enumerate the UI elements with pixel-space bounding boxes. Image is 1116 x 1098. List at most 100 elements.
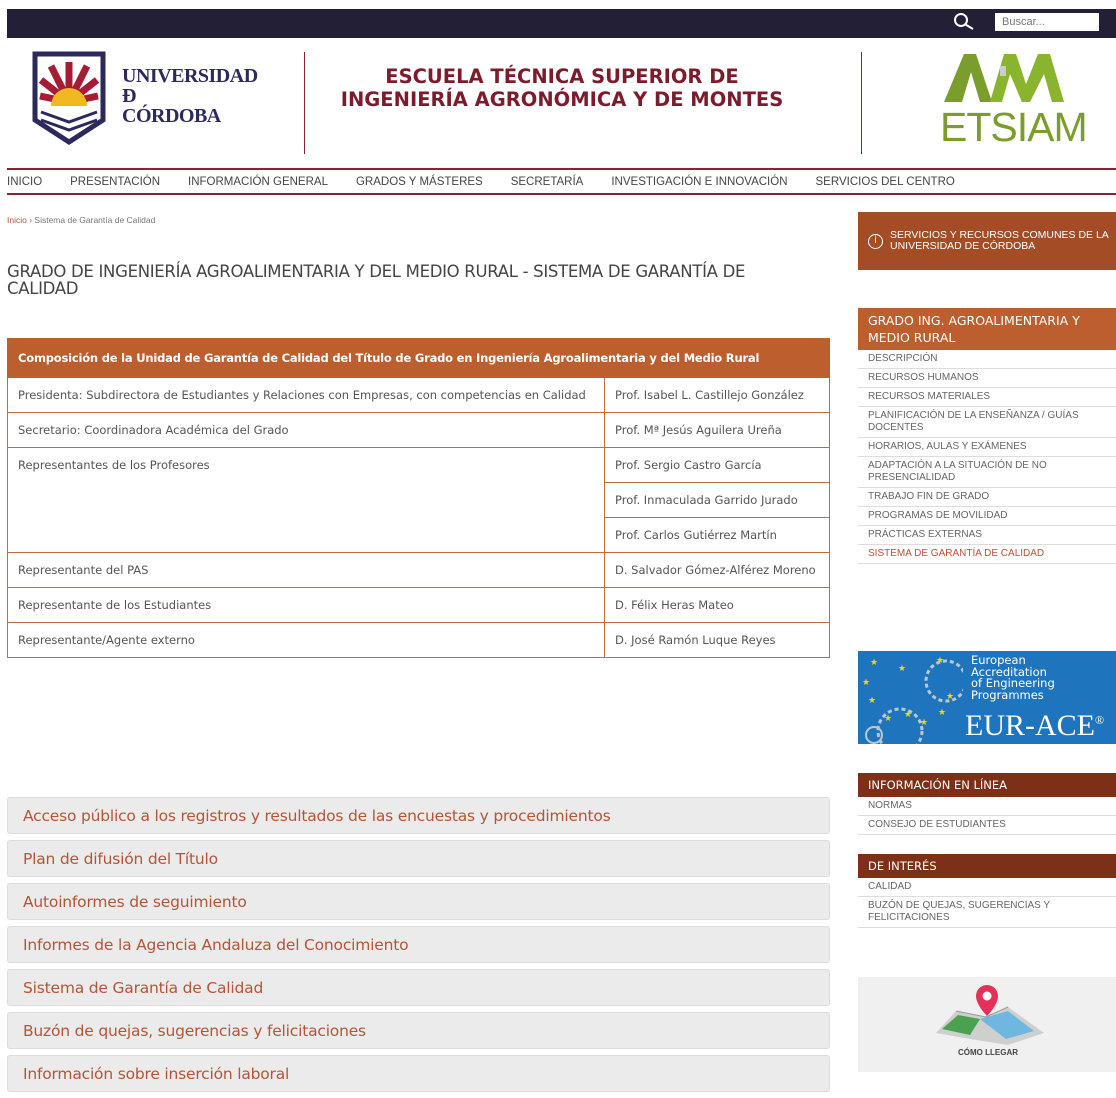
table-row: Representante del PAS D. Salvador Gómez-…: [7, 552, 830, 588]
nav-item-presentacion[interactable]: PRESENTACIÓN: [70, 176, 160, 188]
svg-text:★: ★: [936, 656, 944, 666]
site-header: UNIVERSIDAD Ð CÓRDOBA ESCUELA TÉCNICA SU…: [7, 38, 1116, 168]
svg-text:★: ★: [920, 718, 928, 728]
nav-item-secretaria[interactable]: SECRETARÍA: [511, 176, 584, 188]
table-cell-person: D. Salvador Gómez-Alférez Moreno: [604, 552, 830, 588]
table-header: Composición de la Unidad de Garantía de …: [7, 338, 830, 378]
accordion-item-informes-agencia[interactable]: Informes de la Agencia Andaluza del Cono…: [7, 926, 830, 963]
nav-item-inicio[interactable]: INICIO: [7, 176, 42, 188]
eur-ace-text: European Accreditation of Engineering Pr…: [971, 654, 1055, 702]
nav-item-grados-masteres[interactable]: GRADOS Y MÁSTERES: [356, 176, 483, 188]
table-cell-person: Prof. Carlos Gutiérrez Martín: [604, 517, 830, 553]
table-row: Presidenta: Subdirectora de Estudiantes …: [7, 377, 830, 413]
sidebar-item-buzon[interactable]: BUZÓN DE QUEJAS, SUGERENCIAS Y FELICITAC…: [858, 897, 1116, 928]
svg-text:★: ★: [884, 714, 892, 724]
search-icon[interactable]: [953, 12, 979, 37]
svg-text:★: ★: [862, 678, 870, 688]
main-nav: INICIO PRESENTACIÓN INFORMACIÓN GENERAL …: [7, 168, 1116, 195]
table-cell-person: D. José Ramón Luque Reyes: [604, 622, 830, 658]
table-cell-person: Prof. Mª Jesús Aguilera Ureña: [604, 412, 830, 448]
table-cell-person: Prof. Inmaculada Garrido Jurado: [604, 482, 830, 518]
svg-text:★: ★: [946, 692, 954, 702]
accordion-item-sistema-garantia[interactable]: Sistema de Garantía de Calidad: [7, 969, 830, 1006]
sidebar-lower: INFORMACIÓN EN LÍNEA NORMAS CONSEJO DE E…: [858, 773, 1116, 928]
eur-ace-banner[interactable]: ★ ★ ★ ★ ★ ★ ★ ★ ★ ★ European Accreditation of …: [858, 651, 1116, 744]
nav-item-informacion-general[interactable]: INFORMACIÓN GENERAL: [188, 176, 328, 188]
svg-text:★: ★: [904, 710, 912, 720]
interest-panel-title: DE INTERÉS: [858, 854, 1116, 878]
university-name: UNIVERSIDAD Ð CÓRDOBA: [122, 66, 258, 126]
table-cell-role: Representante/Agente externo: [7, 622, 605, 658]
breadcrumb-current: Sistema de Garantía de Calidad: [34, 215, 156, 225]
sidebar: i SERVICIOS Y RECURSOS COMUNES DE LA UNI…: [858, 212, 1116, 564]
breadcrumb-home-link[interactable]: Inicio: [7, 215, 27, 225]
sidebar-item-tfg[interactable]: TRABAJO FIN DE GRADO: [858, 488, 1116, 507]
eur-ace-big-text: EUR-ACE: [965, 709, 1095, 742]
table-cell-role: Representante del PAS: [7, 552, 605, 588]
accordion-item-registros[interactable]: Acceso público a los registros y resulta…: [7, 797, 830, 834]
sidebar-item-consejo[interactable]: CONSEJO DE ESTUDIANTES: [858, 816, 1116, 835]
table-header-row: Composición de la Unidad de Garantía de …: [7, 338, 830, 378]
como-llegar-card[interactable]: CÓMO LLEGAR: [858, 977, 1116, 1072]
search-input[interactable]: [995, 13, 1099, 31]
svg-text:★: ★: [898, 664, 906, 674]
table-row: Representantes de los Profesores Prof. S…: [7, 447, 830, 553]
sidebar-item-calidad[interactable]: CALIDAD: [858, 878, 1116, 897]
svg-text:★: ★: [870, 658, 878, 668]
table-row: Representante de los Estudiantes D. Féli…: [7, 587, 830, 623]
nav-item-servicios[interactable]: SERVICIOS DEL CENTRO: [816, 176, 955, 188]
university-name-line3: CÓRDOBA: [122, 105, 221, 127]
etsiam-logo-mark[interactable]: [942, 50, 1102, 110]
sidebar-item-normas[interactable]: NORMAS: [858, 797, 1116, 816]
svg-text:★: ★: [938, 708, 946, 718]
table-cell-person: D. Félix Heras Mateo: [604, 587, 830, 623]
sidebar-item-descripcion[interactable]: DESCRIPCIÓN: [858, 350, 1116, 369]
accordion-item-buzon[interactable]: Buzón de quejas, sugerencias y felicitac…: [7, 1012, 830, 1049]
eur-ace-stars-icon: ★ ★★ ★★★ ★ ★★ ★: [858, 651, 963, 744]
grado-panel-title: GRADO ING. AGROALIMENTARIA Y MEDIO RURAL: [858, 308, 1116, 350]
table-cell-role: Representantes de los Profesores: [7, 447, 605, 553]
map-pin-icon: [936, 985, 1044, 1045]
university-name-line2: Ð: [122, 85, 136, 107]
info-icon: i: [868, 233, 883, 249]
header-divider: [861, 52, 862, 154]
grado-links: DESCRIPCIÓN RECURSOS HUMANOS RECURSOS MA…: [858, 350, 1116, 564]
accordion: Acceso público a los registros y resulta…: [7, 797, 830, 1098]
accordion-item-plan-difusion[interactable]: Plan de difusión del Título: [7, 840, 830, 877]
top-bar: [7, 9, 1116, 38]
services-button[interactable]: i SERVICIOS Y RECURSOS COMUNES DE LA UNI…: [858, 212, 1116, 270]
sidebar-item-movilidad[interactable]: PROGRAMAS DE MOVILIDAD: [858, 507, 1116, 526]
info-panel-title: INFORMACIÓN EN LÍNEA: [858, 773, 1116, 797]
sidebar-item-practicas[interactable]: PRÁCTICAS EXTERNAS: [858, 526, 1116, 545]
sidebar-item-recursos-humanos[interactable]: RECURSOS HUMANOS: [858, 369, 1116, 388]
table-row: Secretario: Coordinadora Académica del G…: [7, 412, 830, 448]
page-title: GRADO DE INGENIERÍA AGROALIMENTARIA Y DE…: [7, 262, 746, 298]
sidebar-item-recursos-materiales[interactable]: RECURSOS MATERIALES: [858, 388, 1116, 407]
map-caption: CÓMO LLEGAR: [958, 1048, 1018, 1057]
table-cell-person: Prof. Isabel L. Castillejo González: [604, 377, 830, 413]
quality-unit-table: Composición de la Unidad de Garantía de …: [7, 338, 830, 658]
eur-ace-line: Programmes: [971, 687, 1044, 702]
table-row: Representante/Agente externo D. José Ram…: [7, 622, 830, 658]
school-title: ESCUELA TÉCNICA SUPERIOR DE INGENIERÍA A…: [340, 65, 784, 111]
eur-ace-wordmark: EUR-ACE®: [965, 703, 1104, 743]
header-divider: [304, 52, 305, 154]
accordion-item-insercion-laboral[interactable]: Información sobre inserción laboral: [7, 1055, 830, 1092]
accordion-item-autoinformes[interactable]: Autoinformes de seguimiento: [7, 883, 830, 920]
table-cell-role: Secretario: Coordinadora Académica del G…: [7, 412, 605, 448]
sidebar-item-horarios[interactable]: HORARIOS, AULAS Y EXÁMENES: [858, 438, 1116, 457]
university-name-line1: UNIVERSIDAD: [122, 65, 258, 87]
etsiam-wordmark: ETSIAM: [940, 104, 1088, 150]
table-cell-role: Representante de los Estudiantes: [7, 587, 605, 623]
services-label: SERVICIOS Y RECURSOS COMUNES DE LA UNIVE…: [890, 229, 1109, 252]
table-cell-person: Prof. Sergio Castro García: [604, 447, 830, 483]
breadcrumb: Inicio › Sistema de Garantía de Calidad: [7, 215, 155, 225]
registered-mark: ®: [1095, 713, 1105, 727]
university-logo[interactable]: [29, 50, 109, 150]
sidebar-item-garantia-calidad[interactable]: SISTEMA DE GARANTÍA DE CALIDAD: [858, 545, 1116, 564]
table-cell-role: Presidenta: Subdirectora de Estudiantes …: [7, 377, 605, 413]
sidebar-item-adaptacion[interactable]: ADAPTACIÓN A LA SITUACIÓN DE NO PRESENCI…: [858, 457, 1116, 488]
svg-text:★: ★: [868, 696, 876, 706]
sidebar-item-planificacion[interactable]: PLANIFICACIÓN DE LA ENSEÑANZA / GUÍAS DO…: [858, 407, 1116, 438]
nav-item-investigacion[interactable]: INVESTIGACIÓN E INNOVACIÓN: [611, 176, 787, 188]
